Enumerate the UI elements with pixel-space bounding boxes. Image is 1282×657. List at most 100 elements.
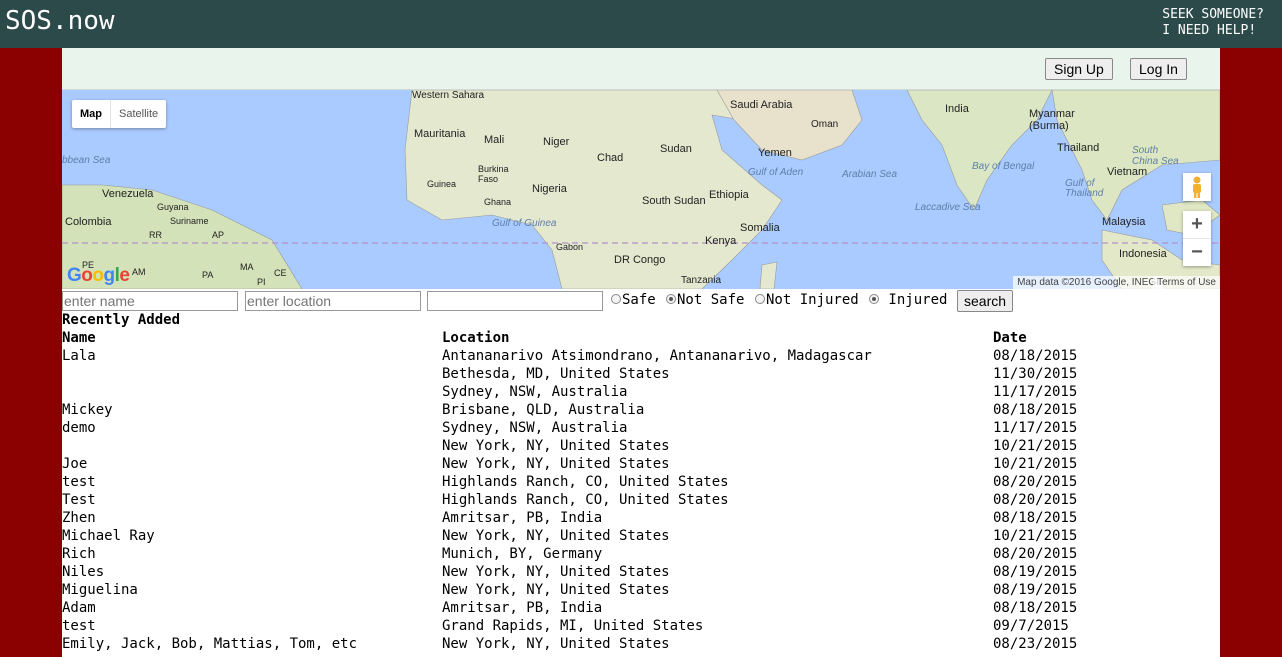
top-bar: SOS.now SEEK SOMEONE? I NEED HELP! (0, 0, 1282, 48)
table-row[interactable]: Zhen Amritsar, PB, India 08/18/2015 (62, 510, 1220, 528)
map-label-suriname: Suriname (170, 216, 209, 226)
injured-label: Injured (880, 292, 948, 308)
injured-radio[interactable] (869, 294, 879, 304)
cell-location: Munich, BY, Germany (442, 546, 603, 562)
table-row[interactable]: Emily, Jack, Bob, Mattias, Tom, etc New Y… (62, 636, 1220, 654)
cell-date: 11/17/2015 (993, 420, 1078, 436)
cell-location: Highlands Ranch, CO, United States (442, 474, 729, 490)
table-row[interactable]: Lala Antananarivo Atsimondrano, Antananar… (62, 348, 1220, 366)
map-label-mali: Mali (484, 134, 505, 146)
map-label-oman: Oman (811, 119, 839, 130)
street-view-pegman[interactable] (1183, 173, 1211, 201)
recent-table: Name Location Date Lala Antananarivo Atsi… (62, 330, 1220, 654)
cell-location: Sydney, NSW, Australia (442, 384, 628, 400)
extra-input[interactable] (427, 291, 603, 311)
map-label-gabon: Gabon (556, 242, 584, 252)
map-label-ghana: Ghana (484, 197, 512, 207)
google-logo[interactable]: Google (67, 265, 130, 287)
map-label-ma: MA (240, 262, 254, 272)
pegman-icon (1193, 176, 1201, 198)
map-label-ce: CE (274, 268, 287, 278)
map-type-map-button[interactable]: Map (72, 100, 110, 128)
cell-date: 08/23/2015 (993, 636, 1078, 652)
map-label-pi: PI (257, 277, 266, 287)
map-type-control: Map Satellite (72, 100, 167, 128)
cell-date: 11/17/2015 (993, 384, 1078, 400)
name-input[interactable] (62, 291, 238, 311)
table-row[interactable]: New York, NY, United States 10/21/2015 (62, 438, 1220, 456)
table-row[interactable]: Miguelina New York, NY, United States 08/1… (62, 582, 1220, 600)
cell-date: 08/19/2015 (993, 564, 1078, 580)
cell-date: 08/18/2015 (993, 348, 1078, 364)
cell-location: New York, NY, United States (442, 564, 670, 580)
map-label-sudan: Sudan (660, 143, 692, 155)
cell-name: Adam (62, 600, 96, 616)
cell-name: Michael Ray (62, 528, 155, 544)
cell-name: Emily, Jack, Bob, Mattias, Tom, etc (62, 636, 358, 652)
cell-location: Amritsar, PB, India (442, 510, 603, 526)
map-label-gulf-of-thailand: Gulf of Thailand (1065, 178, 1104, 199)
recently-added-heading: Recently Added (62, 312, 181, 328)
zoom-out-button[interactable]: − (1183, 239, 1211, 266)
cell-location: Sydney, NSW, Australia (442, 420, 628, 436)
table-row[interactable]: demo Sydney, NSW, Australia 11/17/2015 (62, 420, 1220, 438)
cell-location: Brisbane, QLD, Australia (442, 402, 645, 418)
cell-location: Amritsar, PB, India (442, 600, 603, 616)
cell-name: Zhen (62, 510, 96, 526)
table-row[interactable]: Sydney, NSW, Australia 11/17/2015 (62, 384, 1220, 402)
tagline: SEEK SOMEONE? I NEED HELP! (1162, 7, 1264, 39)
map-label-ap: AP (212, 230, 225, 240)
map-label-bay-of-bengal: Bay of Bengal (972, 161, 1035, 172)
cell-date: 08/18/2015 (993, 600, 1078, 616)
map-label-gulf-of-guinea: Gulf of Guinea (492, 218, 557, 229)
table-row[interactable]: test Grand Rapids, MI, United States 09/7/… (62, 618, 1220, 636)
table-row[interactable]: Joe New York, NY, United States 10/21/2015 (62, 456, 1220, 474)
map-label-guyana: Guyana (157, 202, 189, 212)
map-type-satellite-button[interactable]: Satellite (110, 100, 166, 128)
table-row[interactable]: Niles New York, NY, United States 08/19/20… (62, 564, 1220, 582)
map-terms-link[interactable]: Terms of Use (1153, 276, 1220, 289)
cell-date: 08/20/2015 (993, 474, 1078, 490)
map-label-laccadive-sea: Laccadive Sea (915, 202, 981, 213)
table-row[interactable]: Rich Munich, BY, Germany 08/20/2015 (62, 546, 1220, 564)
table-header: Name Location Date (62, 330, 1220, 348)
search-row: Safe Not Safe Not Injured Injured search (62, 290, 1220, 314)
map-view[interactable]: Western Sahara Mauritania Mali Niger Cha… (62, 90, 1220, 289)
main-content: Sign Up Log In Western Sahara Mauritania… (62, 48, 1220, 657)
table-row[interactable]: test Highlands Ranch, CO, United States 08… (62, 474, 1220, 492)
location-input[interactable] (245, 291, 421, 311)
not-safe-radio[interactable] (666, 294, 676, 304)
not-injured-label: Not Injured (766, 292, 859, 308)
log-in-button[interactable]: Log In (1130, 58, 1187, 80)
cell-date: 10/21/2015 (993, 456, 1078, 472)
cell-location: New York, NY, United States (442, 438, 670, 454)
map-label-south-china-sea: South China Sea (1132, 145, 1179, 167)
not-injured-radio[interactable] (755, 294, 765, 304)
table-row[interactable]: Mickey Brisbane, QLD, Australia 08/18/2015 (62, 402, 1220, 420)
table-row[interactable]: Test Highlands Ranch, CO, United States 08… (62, 492, 1220, 510)
map-label-western-sahara: Western Sahara (412, 90, 485, 101)
table-row[interactable]: Bethesda, MD, United States 11/30/2015 (62, 366, 1220, 384)
zoom-in-button[interactable]: + (1183, 211, 1211, 239)
table-row[interactable]: Michael Ray New York, NY, United States 10… (62, 528, 1220, 546)
table-body: Lala Antananarivo Atsimondrano, Antananar… (62, 348, 1220, 654)
map-label-south-sudan: South Sudan (642, 195, 706, 207)
brand-logo[interactable]: SOS.now (5, 6, 115, 36)
search-button[interactable]: search (957, 290, 1014, 312)
cell-name: test (62, 618, 96, 634)
cell-name: test (62, 474, 96, 490)
auth-bar: Sign Up Log In (62, 48, 1220, 90)
cell-date: 11/30/2015 (993, 366, 1078, 382)
cell-name: Miguelina (62, 582, 138, 598)
safe-radio[interactable] (611, 294, 621, 304)
map-attribution: Map data ©2016 Google, INEGI (1013, 276, 1163, 289)
tagline-line-1: SEEK SOMEONE? (1162, 7, 1264, 22)
sign-up-button[interactable]: Sign Up (1045, 58, 1113, 80)
map-label-guinea: Guinea (427, 179, 457, 189)
table-row[interactable]: Adam Amritsar, PB, India 08/18/2015 (62, 600, 1220, 618)
map-label-gulf-of-aden: Gulf of Aden (748, 167, 804, 178)
map-label-somalia: Somalia (740, 222, 780, 234)
map-label-niger: Niger (543, 136, 570, 148)
map-label-malaysia: Malaysia (1102, 216, 1146, 228)
cell-name: Joe (62, 456, 88, 472)
